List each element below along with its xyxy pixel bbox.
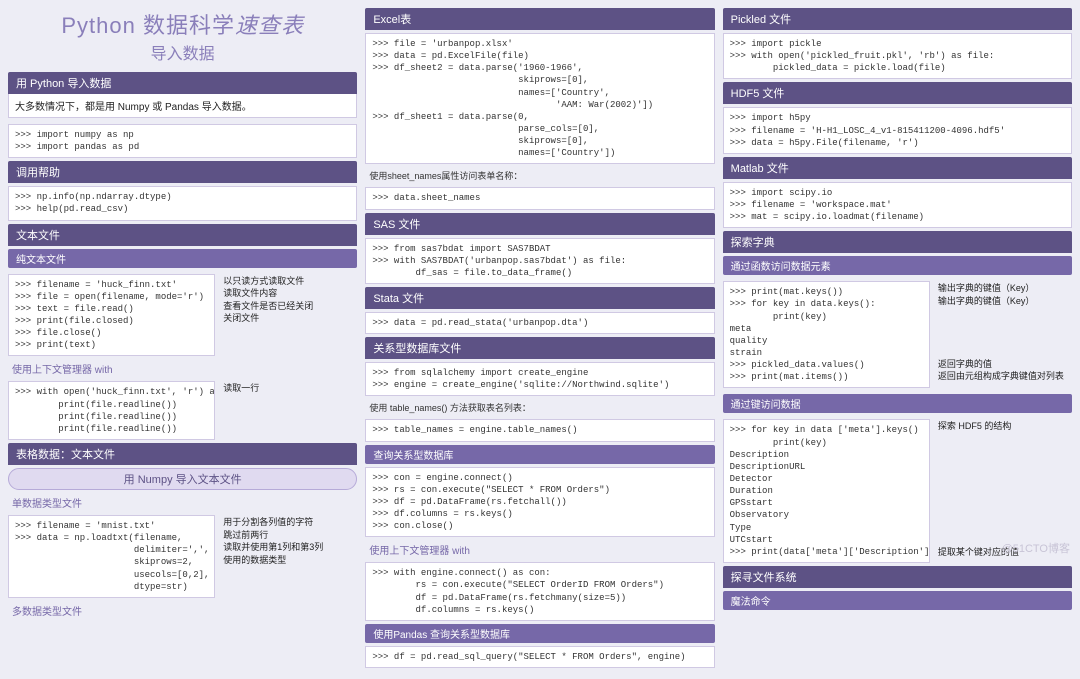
heading-rdb: 关系型数据库文件	[365, 337, 714, 359]
heading-single-dtype: 单数据类型文件	[8, 493, 357, 512]
title-b: 速查表	[235, 13, 304, 38]
heading-import-python: 用 Python 导入数据	[8, 72, 357, 94]
heading-pickle: Pickled 文件	[723, 8, 1072, 30]
page-title: Python 数据科学速查表 导入数据	[8, 8, 357, 64]
code-excel: >>> file = 'urbanpop.xlsx' >>> data = pd…	[365, 33, 714, 164]
heading-hdf5: HDF5 文件	[723, 82, 1072, 104]
heading-text-files: 文本文件	[8, 224, 357, 246]
title-a: Python 数据科学	[61, 13, 235, 38]
heading-help: 调用帮助	[8, 161, 357, 183]
heading-query-pandas: 使用Pandas 查询关系型数据库	[365, 624, 714, 643]
subtitle: 导入数据	[8, 40, 357, 64]
note-import: 大多数情况下，都是用 Numpy 或 Pandas 导入数据。	[8, 94, 357, 118]
code-single-dtype: >>> filename = 'mnist.txt' >>> data = np…	[8, 515, 215, 598]
heading-access-by-key: 通过键访问数据	[723, 394, 1072, 413]
heading-matlab: Matlab 文件	[723, 157, 1072, 179]
code-query-pandas: >>> df = pd.read_sql_query("SELECT * FRO…	[365, 646, 714, 668]
code-table-names: >>> table_names = engine.table_names()	[365, 419, 714, 441]
code-import-np-pd: >>> import numpy as np >>> import pandas…	[8, 124, 357, 158]
watermark: @51CTO博客	[1002, 540, 1070, 556]
heading-query-ctx: 使用上下文管理器 with	[365, 540, 714, 559]
code-hdf5: >>> import h5py >>> filename = 'H-H1_LOS…	[723, 107, 1072, 153]
heading-sas: SAS 文件	[365, 213, 714, 235]
code-plain-text: >>> filename = 'huck_finn.txt' >>> file …	[8, 274, 215, 357]
heading-multi-dtype: 多数据类型文件	[8, 601, 357, 620]
code-excel-sheetnames: >>> data.sheet_names	[365, 187, 714, 209]
note-ctx-mgr: 读取一行	[219, 378, 357, 443]
heading-ctx-mgr: 使用上下文管理器 with	[8, 359, 357, 378]
heading-explore-dict: 探索字典	[723, 231, 1072, 253]
pill-numpy-import: 用 Numpy 导入文本文件	[8, 468, 357, 490]
code-stata: >>> data = pd.read_stata('urbanpop.dta')	[365, 312, 714, 334]
heading-tabular: 表格数据：文本文件	[8, 443, 357, 465]
code-matlab: >>> import scipy.io >>> filename = 'work…	[723, 182, 1072, 228]
heading-access-by-func: 通过函数访问数据元素	[723, 256, 1072, 275]
heading-excel: Excel表	[365, 8, 714, 30]
code-ctx-mgr: >>> with open('huck_finn.txt', 'r') as f…	[8, 381, 215, 440]
heading-magic: 魔法命令	[723, 591, 1072, 610]
code-help: >>> np.info(np.ndarray.dtype) >>> help(p…	[8, 186, 357, 220]
note-access-by-func: 输出字典的键值（Key） 输出字典的键值（Key） 返回字典的值 返回由元组构成…	[934, 278, 1072, 391]
note-plain-text: 以只读方式读取文件 读取文件内容 查看文件是否已经关闭 关闭文件	[219, 271, 357, 360]
code-pickle: >>> import pickle >>> with open('pickled…	[723, 33, 1072, 79]
caption-excel-sheetnames: 使用sheet_names属性访问表单名称：	[365, 167, 714, 184]
heading-plain-text: 纯文本文件	[8, 249, 357, 268]
heading-query-rdb: 查询关系型数据库	[365, 445, 714, 464]
caption-table-names: 使用 table_names() 方法获取表名列表：	[365, 399, 714, 416]
heading-filesystem: 探寻文件系统	[723, 566, 1072, 588]
code-access-by-func: >>> print(mat.keys()) >>> for key in dat…	[723, 281, 930, 388]
code-query-rdb: >>> con = engine.connect() >>> rs = con.…	[365, 467, 714, 538]
code-rdb-engine: >>> from sqlalchemy import create_engine…	[365, 362, 714, 396]
note-single-dtype: 用于分割各列值的字符 跳过前两行 读取并使用第1列和第3列 使用的数据类型	[219, 512, 357, 601]
code-query-ctx: >>> with engine.connect() as con: rs = c…	[365, 562, 714, 621]
code-sas: >>> from sas7bdat import SAS7BDAT >>> wi…	[365, 238, 714, 284]
code-access-by-key: >>> for key in data ['meta'].keys() prin…	[723, 419, 930, 563]
heading-stata: Stata 文件	[365, 287, 714, 309]
